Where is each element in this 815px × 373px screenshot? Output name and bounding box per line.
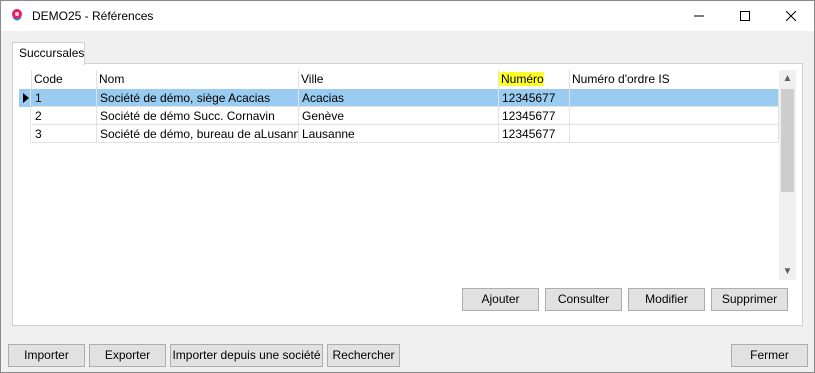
maximize-button[interactable] (722, 1, 768, 31)
cell-ville[interactable]: Lausanne (299, 125, 499, 143)
cell-nom[interactable]: Société de démo Succ. Cornavin (97, 107, 299, 125)
table-row[interactable]: 1 Société de démo, siège Acacias Acacias… (19, 89, 779, 107)
search-button[interactable]: Rechercher (327, 344, 400, 367)
vertical-scrollbar[interactable]: ▲ ▼ (779, 70, 796, 280)
close-window-button[interactable] (768, 1, 814, 31)
scroll-down-icon[interactable]: ▼ (779, 263, 796, 280)
edit-button[interactable]: Modifier (628, 288, 705, 311)
tab-label: Succursales (19, 46, 85, 60)
app-logo-icon (12, 9, 22, 21)
column-header-numero-ree[interactable]: Numéro REE (499, 70, 570, 105)
cell-numero-ordre-is[interactable] (570, 89, 779, 107)
add-button[interactable]: Ajouter (462, 288, 539, 311)
close-button[interactable]: Fermer (731, 344, 808, 367)
cell-numero-ree[interactable]: 12345677 (499, 89, 570, 107)
row-indicator (19, 125, 31, 143)
row-indicator (19, 107, 31, 125)
cell-code[interactable]: 2 (32, 107, 97, 125)
cell-nom[interactable]: Société de démo, bureau de aLusanne (97, 125, 299, 143)
delete-button[interactable]: Supprimer (711, 288, 788, 311)
cell-numero-ordre-is[interactable] (570, 125, 779, 143)
export-button[interactable]: Exporter (89, 344, 166, 367)
cell-numero-ree[interactable]: 12345677 (499, 107, 570, 125)
window-title: DEMO25 - Références (32, 9, 154, 23)
table-row[interactable]: 2 Société de démo Succ. Cornavin Genève … (19, 107, 779, 125)
cell-numero-ree[interactable]: 12345677 (499, 125, 570, 143)
current-row-arrow-icon (23, 93, 29, 103)
column-header-code[interactable]: Code (32, 70, 97, 89)
cell-code[interactable]: 1 (32, 89, 97, 107)
cell-nom[interactable]: Société de démo, siège Acacias (97, 89, 299, 107)
column-header-nom[interactable]: Nom (97, 70, 299, 89)
cell-ville[interactable]: Acacias (299, 89, 499, 107)
view-button[interactable]: Consulter (545, 288, 622, 311)
references-window: DEMO25 - Références Succursales Code Nom… (0, 0, 815, 373)
row-indicator-header (19, 70, 32, 89)
title-bar[interactable]: DEMO25 - Références (1, 1, 814, 31)
cell-ville[interactable]: Genève (299, 107, 499, 125)
maximize-icon (740, 11, 750, 21)
cell-code[interactable]: 3 (32, 125, 97, 143)
scrollbar-thumb[interactable] (781, 89, 794, 192)
row-indicator (19, 89, 31, 107)
import-button[interactable]: Importer (8, 344, 85, 367)
minimize-icon (694, 15, 704, 17)
tab-succursales[interactable]: Succursales (12, 42, 85, 65)
cell-numero-ordre-is[interactable] (570, 107, 779, 125)
close-icon (786, 11, 796, 21)
table-row[interactable]: 3 Société de démo, bureau de aLusanne La… (19, 125, 779, 143)
column-header-ville[interactable]: Ville (299, 70, 499, 89)
column-header-numero-ordre-is[interactable]: Numéro d'ordre IS (570, 70, 778, 89)
import-from-company-button[interactable]: Importer depuis une société (170, 344, 323, 367)
minimize-button[interactable] (676, 1, 722, 31)
branches-grid: Code Nom Ville Numéro REE Numéro d'ordre… (19, 70, 779, 280)
scroll-up-icon[interactable]: ▲ (779, 70, 796, 87)
